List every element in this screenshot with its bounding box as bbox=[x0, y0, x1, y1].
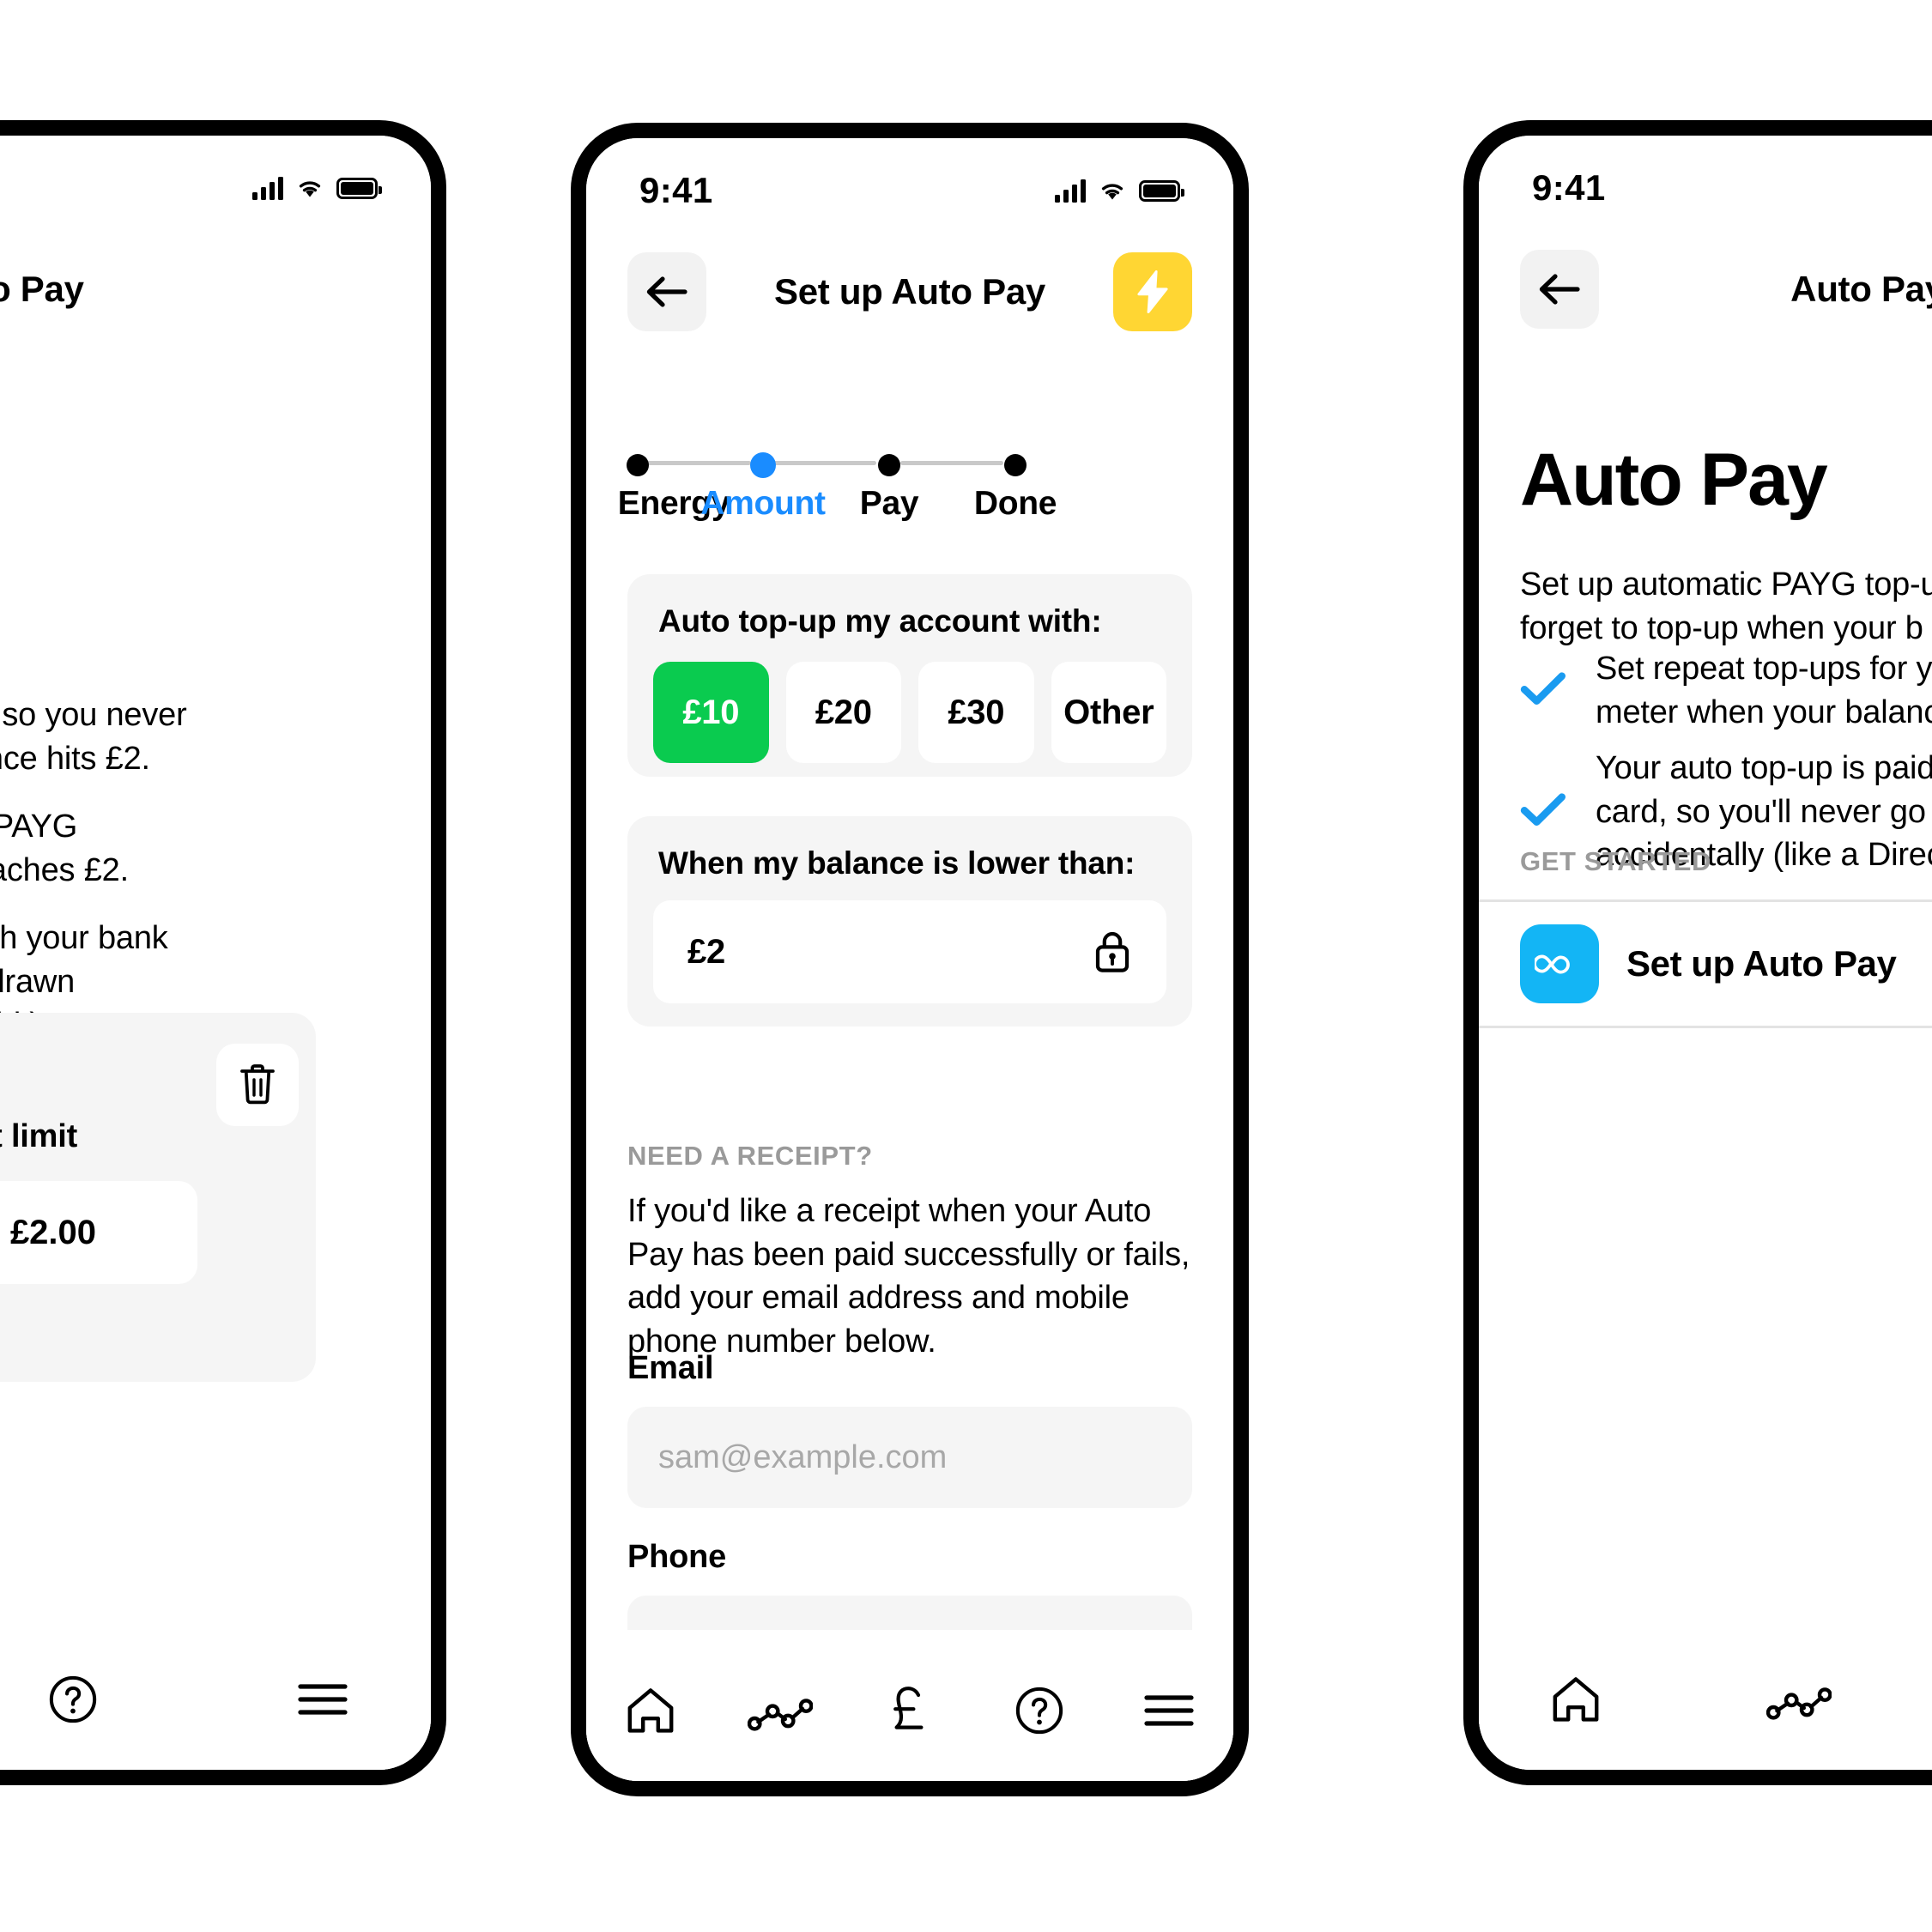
question-circle-icon bbox=[1015, 1687, 1063, 1735]
lock-icon bbox=[1095, 931, 1130, 972]
balance-threshold-field[interactable]: £2 bbox=[653, 900, 1166, 1003]
right-tabbar bbox=[1479, 1619, 1932, 1770]
list-item-set-up-auto-pay[interactable]: Set up Auto Pay bbox=[1479, 899, 1932, 1028]
stepper-labels: Energy Amount Pay Done bbox=[618, 485, 1192, 535]
stepper-label-pay[interactable]: Pay bbox=[860, 485, 919, 523]
home-icon bbox=[627, 1688, 674, 1733]
credit-limit-label: Credit limit bbox=[0, 1118, 78, 1154]
pound-icon bbox=[893, 1687, 924, 1729]
balance-threshold-title: When my balance is lower than: bbox=[658, 845, 1136, 881]
hamburger-menu-icon bbox=[1143, 1695, 1194, 1726]
stepper-track bbox=[627, 447, 1192, 478]
left-navbar: Auto Pay bbox=[0, 242, 431, 336]
lightning-bolt-icon bbox=[1137, 270, 1168, 313]
auto-topup-amount-title: Auto top-up my account with: bbox=[658, 603, 1102, 639]
stepper-dot-amount[interactable] bbox=[750, 452, 776, 478]
auto-topup-amount-card: Auto top-up my account with: £10 £20 £30… bbox=[627, 574, 1192, 777]
right-status-time: 9:41 bbox=[1532, 167, 1606, 208]
phone-right: 9:41 Auto Pay Auto Pay Set up automatic … bbox=[1463, 120, 1932, 1785]
stepper-line-2 bbox=[773, 461, 876, 465]
email-label: Email bbox=[627, 1350, 714, 1386]
page-heading: Auto Pay bbox=[1520, 439, 1828, 521]
balance-threshold-value: £2 bbox=[687, 932, 726, 971]
cellular-signal-icon bbox=[1055, 179, 1086, 203]
battery-icon bbox=[336, 177, 382, 199]
tab-help[interactable] bbox=[992, 1668, 1087, 1753]
mid-page-title: Set up Auto Pay bbox=[774, 271, 1045, 312]
usage-graph-icon bbox=[1766, 1687, 1832, 1720]
tab-usage[interactable] bbox=[1752, 1656, 1846, 1742]
mid-navbar: Set up Auto Pay bbox=[586, 245, 1233, 339]
tab-home[interactable] bbox=[603, 1668, 698, 1753]
wifi-icon bbox=[1098, 179, 1127, 202]
phone-label: Phone bbox=[627, 1539, 727, 1575]
amount-option-10[interactable]: £10 bbox=[653, 662, 769, 763]
list-item-label: Set up Auto Pay bbox=[1626, 943, 1897, 984]
right-status-bar: 9:41 bbox=[1479, 158, 1932, 218]
hamburger-menu-icon bbox=[298, 1684, 348, 1715]
check-icon bbox=[1520, 792, 1566, 831]
benefit-item-1: Set repeat top-ups for yo meter when you… bbox=[1520, 647, 1932, 734]
stepper-dot-done[interactable] bbox=[1004, 454, 1027, 476]
setup-stepper: Energy Amount Pay Done bbox=[618, 447, 1192, 535]
left-paragraph-1: c PAYG top-ups so you never when your ba… bbox=[0, 697, 187, 777]
phone-mid: 9:41 Set up Auto Pay Energy Amount Pay D… bbox=[571, 123, 1249, 1796]
left-screen: 9:41 Auto Pay c PAYG top-ups so you neve… bbox=[0, 136, 431, 1770]
cellular-signal-icon bbox=[252, 176, 283, 200]
quick-action-button[interactable] bbox=[1113, 252, 1192, 331]
back-button[interactable] bbox=[627, 252, 706, 331]
mid-tabbar bbox=[586, 1630, 1233, 1781]
trash-icon bbox=[240, 1064, 275, 1105]
back-button[interactable] bbox=[1520, 250, 1599, 329]
check-icon bbox=[1520, 671, 1566, 710]
left-page-title: Auto Pay bbox=[0, 269, 84, 309]
mid-status-bar: 9:41 bbox=[586, 160, 1233, 221]
stepper-line-1 bbox=[646, 461, 751, 465]
wifi-icon bbox=[295, 177, 324, 199]
tab-menu[interactable] bbox=[276, 1656, 370, 1742]
receipt-section-kicker: NEED A RECEIPT? bbox=[627, 1141, 873, 1171]
tab-menu[interactable] bbox=[1122, 1668, 1216, 1753]
amount-option-other[interactable]: Other bbox=[1051, 662, 1166, 763]
mid-status-icons bbox=[1055, 179, 1184, 203]
question-circle-icon bbox=[49, 1675, 97, 1723]
tab-usage[interactable] bbox=[733, 1668, 827, 1753]
stepper-dot-energy[interactable] bbox=[627, 454, 649, 476]
right-page-title: Auto Pay bbox=[1790, 269, 1932, 309]
balance-threshold-card: When my balance is lower than: £2 bbox=[627, 816, 1192, 1027]
stepper-line-3 bbox=[900, 461, 1003, 465]
home-icon bbox=[1553, 1677, 1599, 1722]
amount-option-30[interactable]: £30 bbox=[918, 662, 1034, 763]
back-arrow-icon bbox=[646, 276, 687, 307]
mid-status-time: 9:41 bbox=[639, 170, 713, 210]
screenshot-canvas: 9:41 Auto Pay c PAYG top-ups so you neve… bbox=[0, 0, 1932, 1932]
usage-graph-icon bbox=[748, 1699, 814, 1731]
get-started-kicker: GET STARTED bbox=[1520, 846, 1712, 876]
stepper-label-done[interactable]: Done bbox=[974, 485, 1057, 523]
battery-icon bbox=[1139, 179, 1184, 202]
mid-screen: 9:41 Set up Auto Pay Energy Amount Pay D… bbox=[586, 138, 1233, 1781]
email-field[interactable]: sam@example.com bbox=[627, 1407, 1192, 1508]
left-tabbar bbox=[0, 1619, 431, 1770]
back-arrow-icon bbox=[1539, 274, 1580, 305]
intro-paragraph: Set up automatic PAYG top-u forget to to… bbox=[1520, 566, 1932, 646]
left-status-icons bbox=[252, 176, 382, 200]
left-status-bar: 9:41 bbox=[0, 158, 431, 218]
benefit-text-1: Set repeat top-ups for yo meter when you… bbox=[1596, 651, 1932, 730]
right-screen: 9:41 Auto Pay Auto Pay Set up automatic … bbox=[1479, 136, 1932, 1770]
right-navbar: Auto Pay bbox=[1479, 242, 1932, 336]
delete-button[interactable] bbox=[216, 1044, 299, 1126]
amount-chip-row: £10 £20 £30 Other bbox=[627, 639, 1192, 790]
receipt-section-body: If you'd like a receipt when your Auto P… bbox=[627, 1193, 1190, 1360]
credit-limit-value[interactable]: £2.00 bbox=[0, 1181, 197, 1284]
stepper-dot-pay[interactable] bbox=[878, 454, 900, 476]
stepper-label-amount[interactable]: Amount bbox=[700, 485, 826, 523]
left-paragraph-2: op-ups for your PAYG your balance reache… bbox=[0, 809, 129, 888]
tab-payments[interactable] bbox=[863, 1668, 957, 1753]
amount-option-20[interactable]: £20 bbox=[785, 662, 901, 763]
infinity-icon bbox=[1520, 924, 1599, 1003]
tab-home[interactable] bbox=[1529, 1656, 1623, 1742]
tab-help[interactable] bbox=[26, 1656, 120, 1742]
phone-left: 9:41 Auto Pay c PAYG top-ups so you neve… bbox=[0, 120, 446, 1785]
